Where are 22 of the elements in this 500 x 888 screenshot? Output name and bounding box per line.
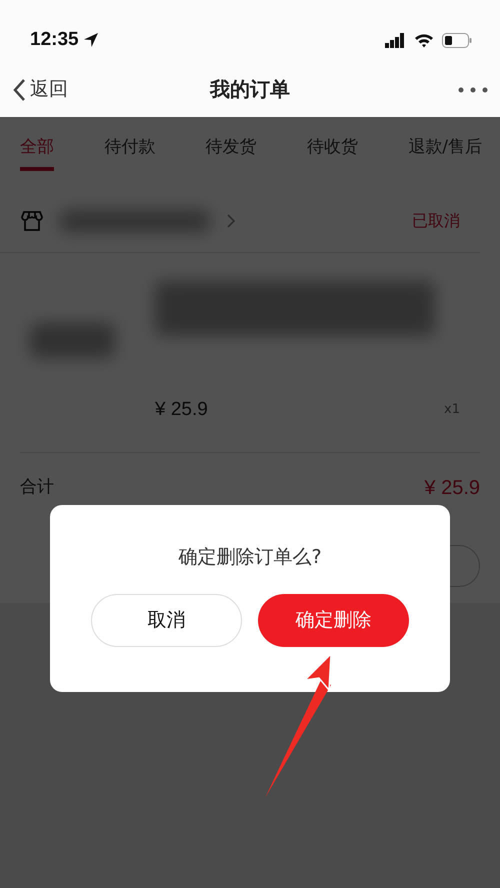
tab[interactable]: 待发货 xyxy=(206,135,257,171)
status-time: 12:35 xyxy=(30,28,79,52)
back-button[interactable]: 返回 xyxy=(12,75,68,104)
tab[interactable]: 全部 xyxy=(20,135,54,171)
more-icon[interactable] xyxy=(458,86,488,92)
location-icon xyxy=(82,32,99,48)
tab[interactable]: 待收货 xyxy=(306,135,358,171)
signal-icon xyxy=(385,32,406,48)
cancel-button[interactable]: 取消 xyxy=(91,594,242,646)
order-status: 已取消 xyxy=(412,210,460,232)
store-icon xyxy=(20,208,44,232)
page-title: 我的订单 xyxy=(210,76,290,103)
item-price: ¥ 25.9 xyxy=(155,398,208,422)
total-amount: ¥ 25.9 xyxy=(424,476,480,501)
tab[interactable]: 待付款 xyxy=(104,135,156,171)
confirm-delete-button[interactable]: 确定删除 xyxy=(258,594,409,646)
wifi-icon xyxy=(414,32,434,48)
total-label: 合计 xyxy=(20,476,54,500)
tab[interactable]: 退款/售后 xyxy=(408,135,482,171)
dialog-message: 确定删除订单么? xyxy=(177,545,323,570)
battery-icon xyxy=(442,32,472,48)
back-icon[interactable] xyxy=(12,78,26,102)
